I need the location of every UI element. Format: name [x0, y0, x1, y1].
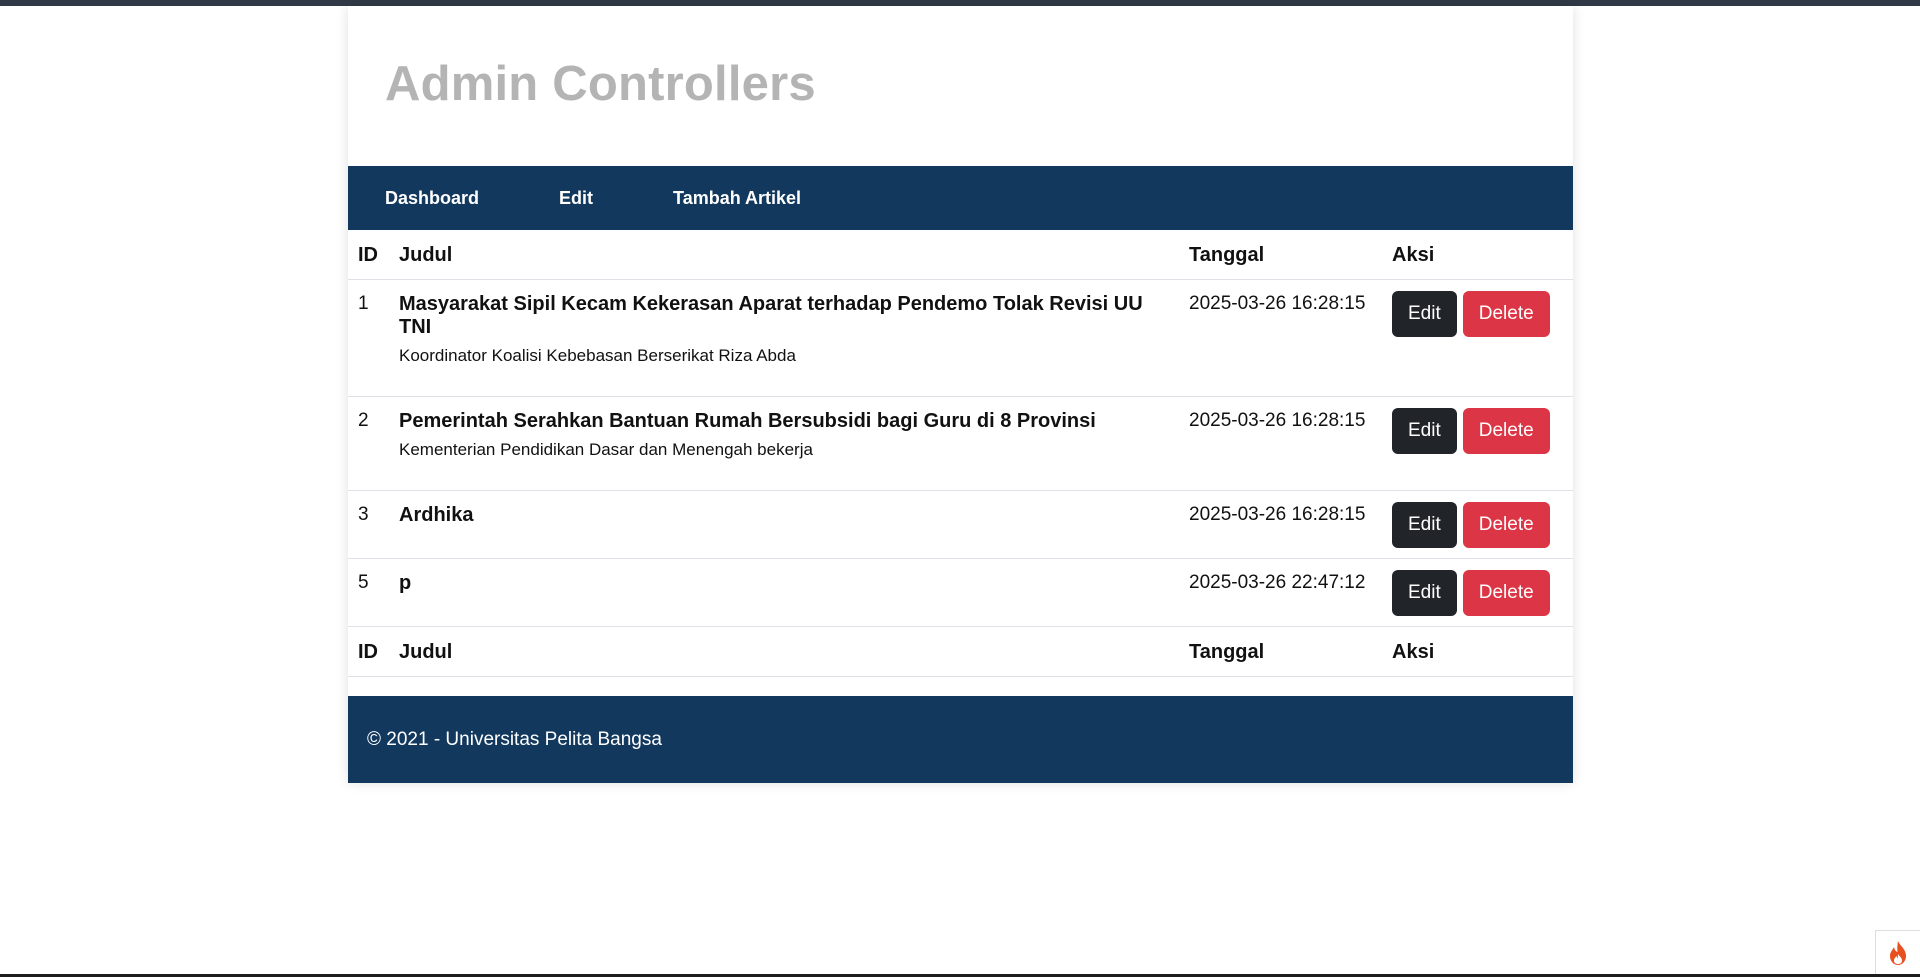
column-footer-date: Tanggal	[1179, 626, 1382, 677]
row-title: Ardhika	[399, 504, 474, 526]
row-summary: Kementerian Pendidikan Dasar dan Menenga…	[399, 440, 813, 459]
edit-button[interactable]: Edit	[1392, 502, 1457, 548]
row-title-cell: p	[389, 558, 1179, 627]
column-header-date: Tanggal	[1179, 230, 1382, 280]
row-title: Pemerintah Serahkan Bantuan Rumah Bersub…	[399, 410, 1096, 432]
delete-button[interactable]: Delete	[1462, 502, 1550, 548]
flame-icon[interactable]	[1875, 930, 1920, 975]
page-footer: © 2021 - Universitas Pelita Bangsa	[348, 696, 1573, 783]
row-actions: Edit Delete	[1382, 490, 1573, 559]
delete-button[interactable]: Delete	[1462, 570, 1550, 616]
table-row: 2 Pemerintah Serahkan Bantuan Rumah Bers…	[348, 396, 1573, 491]
edit-button[interactable]: Edit	[1392, 291, 1457, 337]
main-nav: Dashboard Edit Tambah Artikel	[348, 166, 1573, 230]
column-header-actions: Aksi	[1382, 230, 1573, 280]
row-actions: Edit Delete	[1382, 396, 1573, 491]
page-header: Admin Controllers	[348, 6, 1573, 166]
row-title-cell: Pemerintah Serahkan Bantuan Rumah Bersub…	[389, 396, 1179, 491]
column-header-id: ID	[348, 230, 389, 280]
nav-item-edit[interactable]: Edit	[559, 188, 593, 209]
row-title: Masyarakat Sipil Kecam Kekerasan Aparat …	[399, 293, 1143, 338]
nav-item-tambah-artikel[interactable]: Tambah Artikel	[673, 188, 801, 209]
row-date: 2025-03-26 16:28:15	[1179, 396, 1382, 491]
table-row: 5 p 2025-03-26 22:47:12 Edit Delete	[348, 558, 1573, 627]
row-id: 1	[348, 279, 389, 397]
column-footer-actions: Aksi	[1382, 626, 1573, 677]
delete-button[interactable]: Delete	[1462, 291, 1550, 337]
row-date: 2025-03-26 16:28:15	[1179, 490, 1382, 559]
table-row: 3 Ardhika 2025-03-26 16:28:15 Edit Delet…	[348, 490, 1573, 559]
table-header-row: ID Judul Tanggal Aksi	[348, 230, 1573, 280]
edit-button[interactable]: Edit	[1392, 570, 1457, 616]
row-date: 2025-03-26 22:47:12	[1179, 558, 1382, 627]
row-actions: Edit Delete	[1382, 558, 1573, 627]
row-summary: Koordinator Koalisi Kebebasan Berserikat…	[399, 346, 796, 365]
page-container: Admin Controllers Dashboard Edit Tambah …	[348, 6, 1573, 783]
row-title-cell: Masyarakat Sipil Kecam Kekerasan Aparat …	[389, 279, 1179, 397]
row-date: 2025-03-26 16:28:15	[1179, 279, 1382, 397]
edit-button[interactable]: Edit	[1392, 408, 1457, 454]
flame-icon-graphic	[1890, 941, 1906, 965]
nav-item-dashboard[interactable]: Dashboard	[385, 188, 479, 209]
table-footer-row: ID Judul Tanggal Aksi	[348, 626, 1573, 677]
row-id: 2	[348, 396, 389, 491]
delete-button[interactable]: Delete	[1462, 408, 1550, 454]
row-id: 5	[348, 558, 389, 627]
column-header-title: Judul	[389, 230, 1179, 280]
row-title-cell: Ardhika	[389, 490, 1179, 559]
column-footer-title: Judul	[389, 626, 1179, 677]
row-actions: Edit Delete	[1382, 279, 1573, 397]
footer-text: © 2021 - Universitas Pelita Bangsa	[367, 728, 662, 750]
page-title: Admin Controllers	[385, 57, 816, 111]
row-id: 3	[348, 490, 389, 559]
column-footer-id: ID	[348, 626, 389, 677]
table-row: 1 Masyarakat Sipil Kecam Kekerasan Apara…	[348, 279, 1573, 397]
row-title: p	[399, 572, 412, 594]
article-table: ID Judul Tanggal Aksi 1 Masyarakat Sipil…	[348, 230, 1573, 677]
